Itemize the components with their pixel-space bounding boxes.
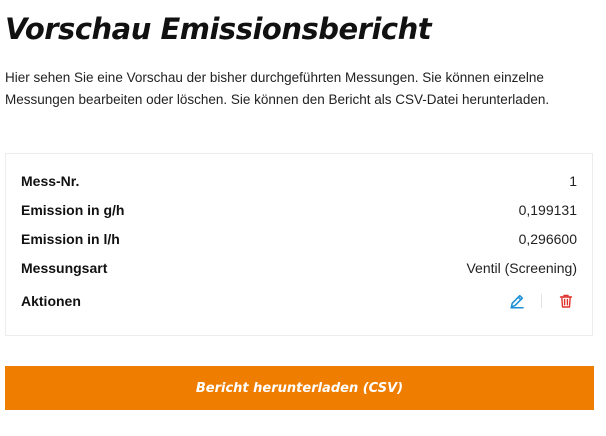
intro-text: Hier sehen Sie eine Vorschau der bisher … [5, 70, 550, 107]
row-mess-nr: Mess-Nr. 1 [21, 171, 577, 191]
actions-label: Aktionen [21, 293, 81, 309]
row-value: 1 [569, 173, 577, 189]
delete-button[interactable] [555, 290, 577, 312]
row-label: Emission in l/h [21, 231, 120, 247]
row-emission-gh: Emission in g/h 0,199131 [21, 200, 577, 220]
trash-icon [559, 294, 573, 308]
row-label: Messungsart [21, 260, 108, 276]
row-value: 0,199131 [518, 202, 577, 218]
edit-icon [510, 294, 524, 309]
download-csv-button[interactable]: Bericht herunterladen (CSV) [5, 366, 594, 410]
row-value: Ventil (Screening) [466, 260, 577, 276]
row-label: Mess-Nr. [21, 173, 80, 189]
row-value: 0,296600 [518, 231, 577, 247]
row-label: Emission in g/h [21, 202, 125, 218]
row-aktionen: Aktionen [21, 291, 577, 311]
row-emission-lh: Emission in l/h 0,296600 [21, 229, 577, 249]
actions-divider [541, 294, 542, 308]
edit-button[interactable] [506, 290, 528, 312]
row-messungsart: Messungsart Ventil (Screening) [21, 258, 577, 278]
measurement-card: Mess-Nr. 1 Emission in g/h 0,199131 Emis… [5, 153, 593, 336]
page-title: Vorschau Emissionsbericht [5, 12, 432, 46]
actions-group [506, 290, 577, 312]
